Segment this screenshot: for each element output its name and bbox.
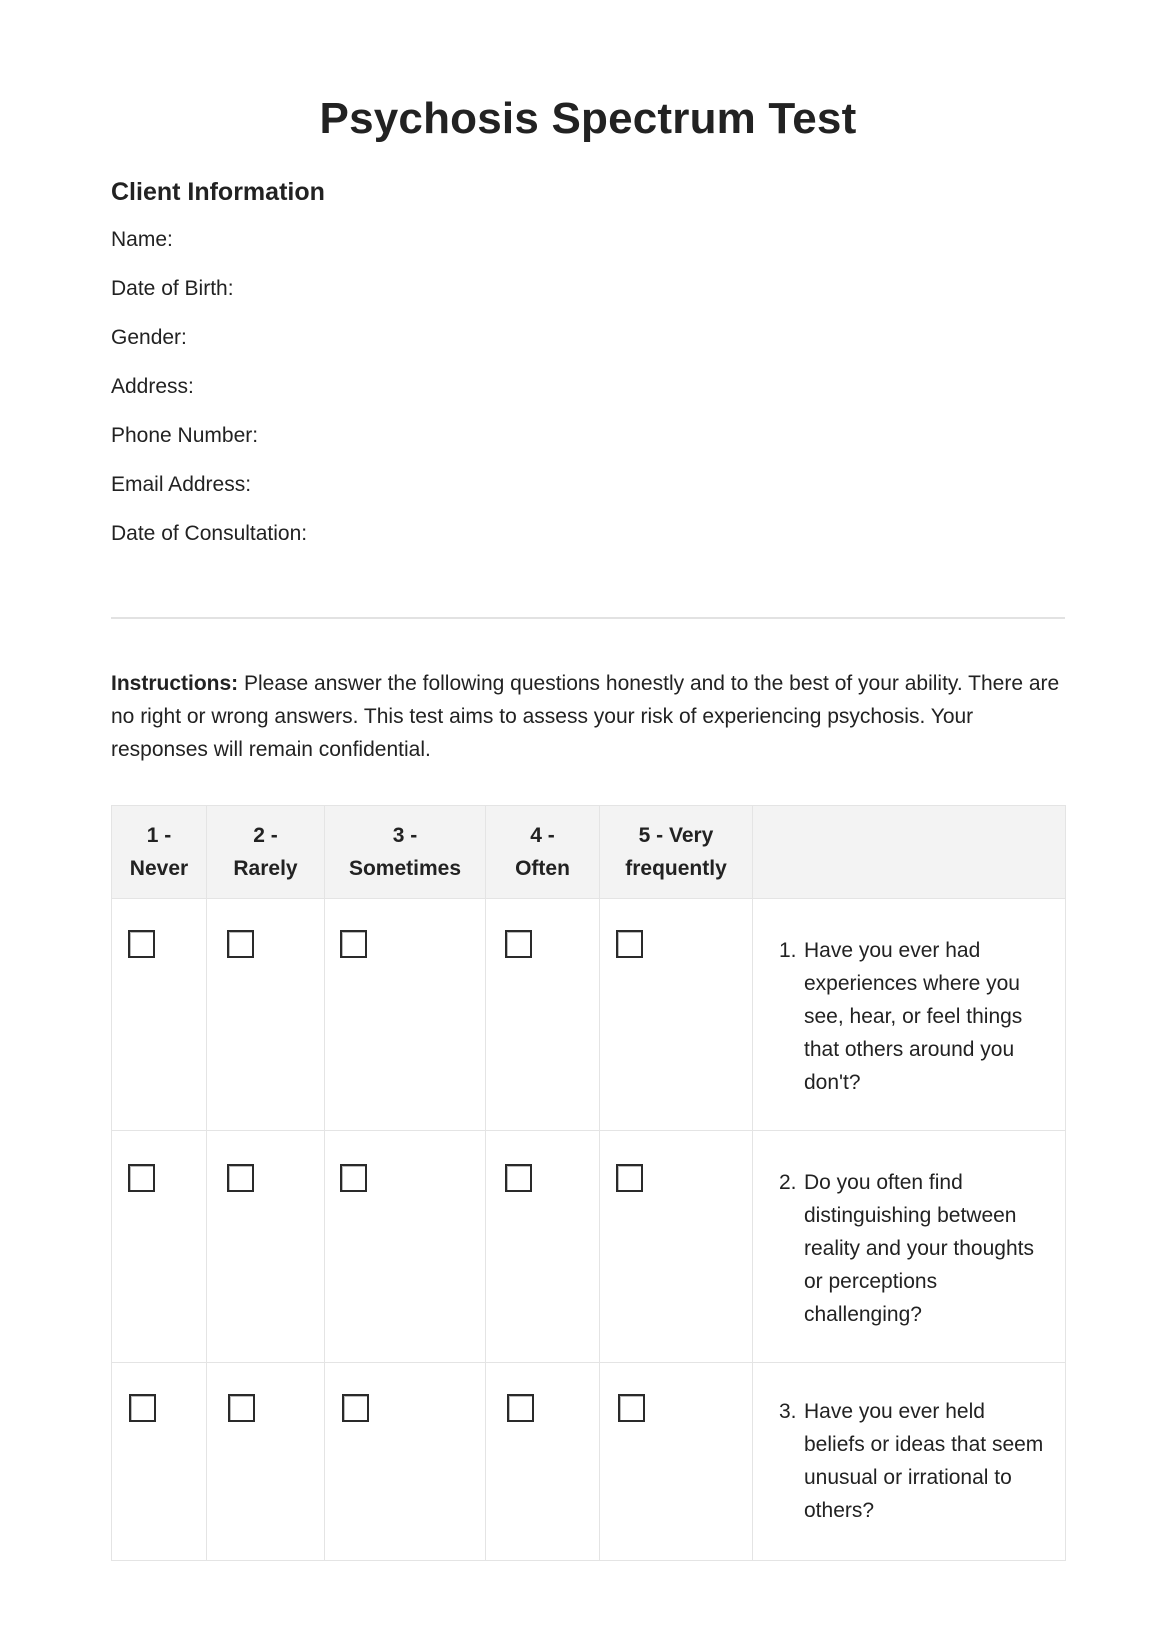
- section-divider: [111, 617, 1065, 619]
- address-label: Address:: [111, 375, 194, 398]
- date-of-consultation-field[interactable]: Date of Consultation:: [111, 522, 307, 546]
- instructions-label: Instructions:: [111, 672, 239, 695]
- option-cell: [324, 1362, 486, 1561]
- option-cell: [206, 898, 325, 1131]
- question-row: 2. Do you often find distinguishing betwe…: [111, 1130, 1066, 1363]
- date-of-birth-label: Date of Birth:: [111, 277, 234, 300]
- address-field[interactable]: Address:: [111, 375, 194, 399]
- option-cell: [206, 1130, 325, 1363]
- option-cell: [111, 1130, 207, 1363]
- header-question: [752, 805, 1066, 899]
- question-cell: 3. Have you ever held beliefs or ideas th…: [752, 1362, 1066, 1561]
- question-text: 3. Have you ever held beliefs or ideas th…: [779, 1400, 1044, 1522]
- question-row: 1. Have you ever had experiences where yo…: [111, 898, 1066, 1131]
- name-label: Name:: [111, 228, 173, 251]
- option-cell: [324, 1130, 486, 1363]
- option-cell: [485, 1362, 600, 1561]
- phone-number-field[interactable]: Phone Number:: [111, 424, 258, 448]
- email-address-label: Email Address:: [111, 473, 252, 496]
- checkbox-often[interactable]: [507, 1394, 534, 1422]
- checkbox-rarely[interactable]: [227, 930, 254, 958]
- option-cell: [111, 1362, 207, 1561]
- header-very-frequently: 5 - Very frequently: [599, 805, 753, 899]
- instructions-paragraph: Instructions: Please answer the followin…: [111, 667, 1061, 766]
- checkbox-never[interactable]: [128, 1164, 155, 1192]
- header-often: 4 - Often: [485, 805, 600, 899]
- option-cell: [599, 898, 753, 1131]
- checkbox-never[interactable]: [128, 930, 155, 958]
- question-cell: 1. Have you ever had experiences where yo…: [752, 898, 1066, 1131]
- option-cell: [324, 898, 486, 1131]
- page-title: Psychosis Spectrum Test: [319, 94, 857, 143]
- option-cell: [206, 1362, 325, 1561]
- gender-field[interactable]: Gender:: [111, 326, 187, 350]
- email-address-field[interactable]: Email Address:: [111, 473, 251, 497]
- name-field[interactable]: Name:: [111, 228, 173, 252]
- checkbox-often[interactable]: [505, 930, 532, 958]
- checkbox-very-frequently[interactable]: [616, 1164, 643, 1192]
- table-header-row: 1 - Never 2 - Rarely 3 - Sometimes 4 - Often…: [111, 805, 1066, 899]
- gender-label: Gender:: [111, 326, 187, 349]
- header-never: 1 - Never: [111, 805, 207, 899]
- date-of-birth-field[interactable]: Date of Birth:: [111, 277, 234, 301]
- phone-number-label: Phone Number:: [111, 424, 259, 447]
- option-cell: [111, 898, 207, 1131]
- option-cell: [599, 1130, 753, 1363]
- checkbox-very-frequently[interactable]: [616, 930, 643, 958]
- checkbox-rarely[interactable]: [228, 1394, 255, 1422]
- checkbox-often[interactable]: [505, 1164, 532, 1192]
- header-rarely: 2 - Rarely: [206, 805, 325, 899]
- checkbox-sometimes[interactable]: [340, 1164, 367, 1192]
- question-text: 1. Have you ever had experiences where yo…: [779, 939, 1023, 1094]
- option-cell: [599, 1362, 753, 1561]
- option-cell: [485, 1130, 600, 1363]
- instructions-text: Please answer the following questions ho…: [111, 672, 1060, 761]
- checkbox-sometimes[interactable]: [342, 1394, 369, 1422]
- checkbox-never[interactable]: [129, 1394, 156, 1422]
- client-information-heading: Client Information: [111, 178, 325, 206]
- rating-scale-table: 1 - Never 2 - Rarely 3 - Sometimes 4 - Often…: [111, 805, 1066, 1561]
- checkbox-rarely[interactable]: [227, 1164, 254, 1192]
- checkbox-very-frequently[interactable]: [618, 1394, 645, 1422]
- date-of-consultation-label: Date of Consultation:: [111, 522, 308, 545]
- option-cell: [485, 898, 600, 1131]
- header-sometimes: 3 - Sometimes: [324, 805, 486, 899]
- question-row: 3. Have you ever held beliefs or ideas th…: [111, 1362, 1066, 1561]
- question-text: 2. Do you often find distinguishing betwe…: [779, 1171, 1034, 1326]
- checkbox-sometimes[interactable]: [340, 930, 367, 958]
- question-cell: 2. Do you often find distinguishing betwe…: [752, 1130, 1066, 1363]
